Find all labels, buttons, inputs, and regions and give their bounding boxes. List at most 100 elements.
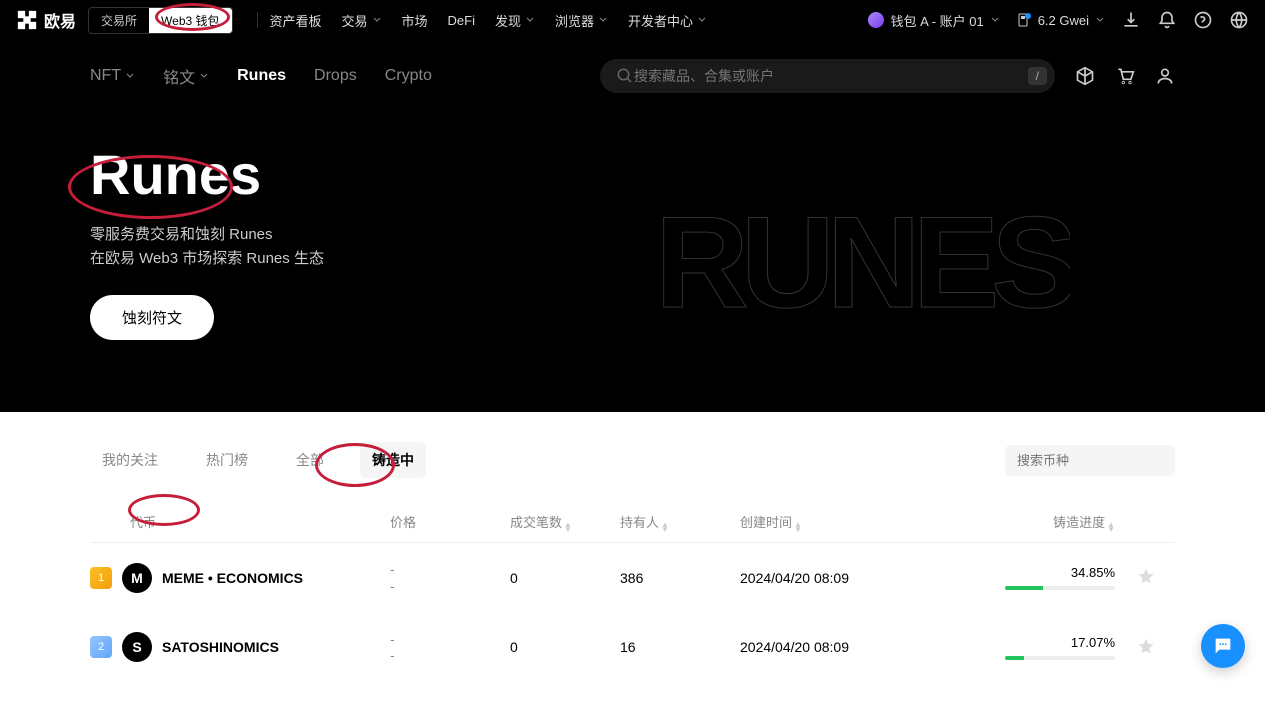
progress-percent: 34.85%	[1071, 565, 1115, 580]
progress-bar	[1005, 656, 1115, 660]
token-name: SATOSHINOMICS	[162, 639, 279, 655]
divider	[257, 12, 258, 28]
cat-drops[interactable]: Drops	[314, 67, 357, 85]
star-icon	[1137, 637, 1155, 655]
progress-bar	[1005, 586, 1115, 590]
table-body: 1 M MEME • ECONOMICS -- 0 386 2024/04/20…	[90, 543, 1175, 682]
nav-trade[interactable]: 交易	[342, 11, 382, 30]
chevron-down-icon	[1095, 15, 1105, 25]
brand-name: 欧易	[44, 8, 76, 32]
chat-fab[interactable]	[1201, 624, 1245, 668]
token-avatar: M	[122, 563, 152, 593]
wallet-avatar-icon	[868, 12, 884, 28]
nav-market[interactable]: 市场	[402, 11, 428, 30]
wallet-label: 钱包 A - 账户 01	[890, 11, 983, 30]
nav-devcenter[interactable]: 开发者中心	[628, 11, 707, 30]
hero-subtitle: 零服务费交易和蚀刻 Runes 在欧易 Web3 市场探索 Runes 生态	[90, 223, 633, 271]
token-search-input[interactable]	[1017, 453, 1193, 468]
chevron-down-icon	[598, 15, 608, 25]
hero: Runes 零服务费交易和蚀刻 Runes 在欧易 Web3 市场探索 Rune…	[0, 112, 1265, 412]
rank-badge: 2	[90, 636, 112, 658]
th-volume[interactable]: 成交笔数▲▼	[510, 512, 620, 532]
secondary-bar: NFT 铭文 Runes Drops Crypto /	[0, 40, 1265, 112]
th-price: 价格	[390, 512, 510, 532]
filter-tabs: 我的关注 热门榜 全部 铸造中	[90, 442, 1175, 478]
filter-minting[interactable]: 铸造中	[360, 442, 426, 478]
runes-art-text: RUNES	[655, 187, 1070, 337]
tab-web3-wallet[interactable]: Web3 钱包	[149, 8, 231, 33]
search-input[interactable]	[634, 68, 1028, 84]
wallet-selector[interactable]: 钱包 A - 账户 01	[868, 11, 999, 30]
progress-cell: 34.85%	[895, 565, 1115, 590]
nav-browser[interactable]: 浏览器	[555, 11, 608, 30]
chevron-down-icon	[525, 15, 535, 25]
filter-follow[interactable]: 我的关注	[90, 442, 170, 478]
nav-discover[interactable]: 发现	[495, 11, 535, 30]
hero-content: Runes 零服务费交易和蚀刻 Runes 在欧易 Web3 市场探索 Rune…	[90, 112, 633, 412]
help-icon[interactable]	[1193, 10, 1213, 30]
star-cell[interactable]	[1115, 637, 1155, 658]
table-row[interactable]: 1 M MEME • ECONOMICS -- 0 386 2024/04/20…	[90, 543, 1175, 613]
th-token: 代币	[90, 512, 390, 532]
cat-crypto[interactable]: Crypto	[385, 67, 432, 85]
chevron-down-icon	[199, 71, 209, 81]
progress-percent: 17.07%	[1071, 635, 1115, 650]
sort-icon: ▲▼	[564, 522, 572, 532]
table-head: 代币 价格 成交笔数▲▼ 持有人▲▼ 创建时间▲▼ 铸造进度▲▼	[90, 502, 1175, 543]
mode-tabs: 交易所 Web3 钱包	[88, 7, 232, 34]
star-icon	[1137, 567, 1155, 585]
download-icon[interactable]	[1121, 10, 1141, 30]
progress-cell: 17.07%	[895, 635, 1115, 660]
sort-icon: ▲▼	[661, 522, 669, 532]
th-holders[interactable]: 持有人▲▼	[620, 512, 740, 532]
top-right: 钱包 A - 账户 01 6.2 Gwei	[868, 10, 1249, 30]
sort-icon: ▲▼	[1107, 522, 1115, 532]
category-nav: NFT 铭文 Runes Drops Crypto	[90, 64, 432, 88]
sort-icon: ▲▼	[794, 522, 802, 532]
chat-icon	[1212, 635, 1234, 657]
hero-title: Runes	[90, 142, 633, 207]
search-hotkey: /	[1028, 67, 1047, 85]
time-cell: 2024/04/20 08:09	[740, 639, 895, 655]
gwei-value: 6.2 Gwei	[1038, 13, 1089, 28]
cat-runes[interactable]: Runes	[237, 67, 286, 85]
brand-logo[interactable]: 欧易	[16, 8, 76, 32]
tab-exchange[interactable]: 交易所	[89, 8, 149, 33]
gas-icon	[1016, 12, 1032, 28]
etch-button[interactable]: 蚀刻符文	[90, 295, 214, 340]
time-cell: 2024/04/20 08:09	[740, 570, 895, 586]
filter-hot[interactable]: 热门榜	[194, 442, 260, 478]
search-box[interactable]: /	[600, 59, 1055, 93]
volume-cell: 0	[510, 639, 620, 655]
cat-mingwen[interactable]: 铭文	[163, 64, 209, 88]
search-icon	[616, 67, 634, 85]
price-cell: --	[390, 561, 510, 595]
chevron-down-icon	[990, 15, 1000, 25]
user-icon[interactable]	[1155, 66, 1175, 86]
holders-cell: 16	[620, 639, 740, 655]
th-progress[interactable]: 铸造进度▲▼	[895, 512, 1115, 532]
token-avatar: S	[122, 632, 152, 662]
hero-art: RUNES	[655, 132, 1175, 392]
top-nav: 资产看板 交易 市场 DeFi 发现 浏览器 开发者中心	[270, 11, 869, 30]
rank-badge: 1	[90, 567, 112, 589]
bell-icon[interactable]	[1157, 10, 1177, 30]
logo-icon	[16, 9, 38, 31]
cat-nft[interactable]: NFT	[90, 67, 135, 85]
volume-cell: 0	[510, 570, 620, 586]
gwei-indicator[interactable]: 6.2 Gwei	[1016, 12, 1105, 28]
table-row[interactable]: 2 S SATOSHINOMICS -- 0 16 2024/04/20 08:…	[90, 613, 1175, 683]
star-cell[interactable]	[1115, 567, 1155, 588]
token-search[interactable]	[1005, 445, 1175, 476]
chevron-down-icon	[372, 15, 382, 25]
nav-defi[interactable]: DeFi	[448, 13, 475, 28]
globe-icon[interactable]	[1229, 10, 1249, 30]
filter-all[interactable]: 全部	[284, 442, 336, 478]
cube-icon[interactable]	[1075, 66, 1095, 86]
nav-dashboard[interactable]: 资产看板	[270, 11, 322, 30]
th-time[interactable]: 创建时间▲▼	[740, 512, 895, 532]
cart-icon[interactable]	[1115, 66, 1135, 86]
chevron-down-icon	[697, 15, 707, 25]
price-cell: --	[390, 631, 510, 665]
top-bar: 欧易 交易所 Web3 钱包 资产看板 交易 市场 DeFi 发现 浏览器 开发…	[0, 0, 1265, 40]
